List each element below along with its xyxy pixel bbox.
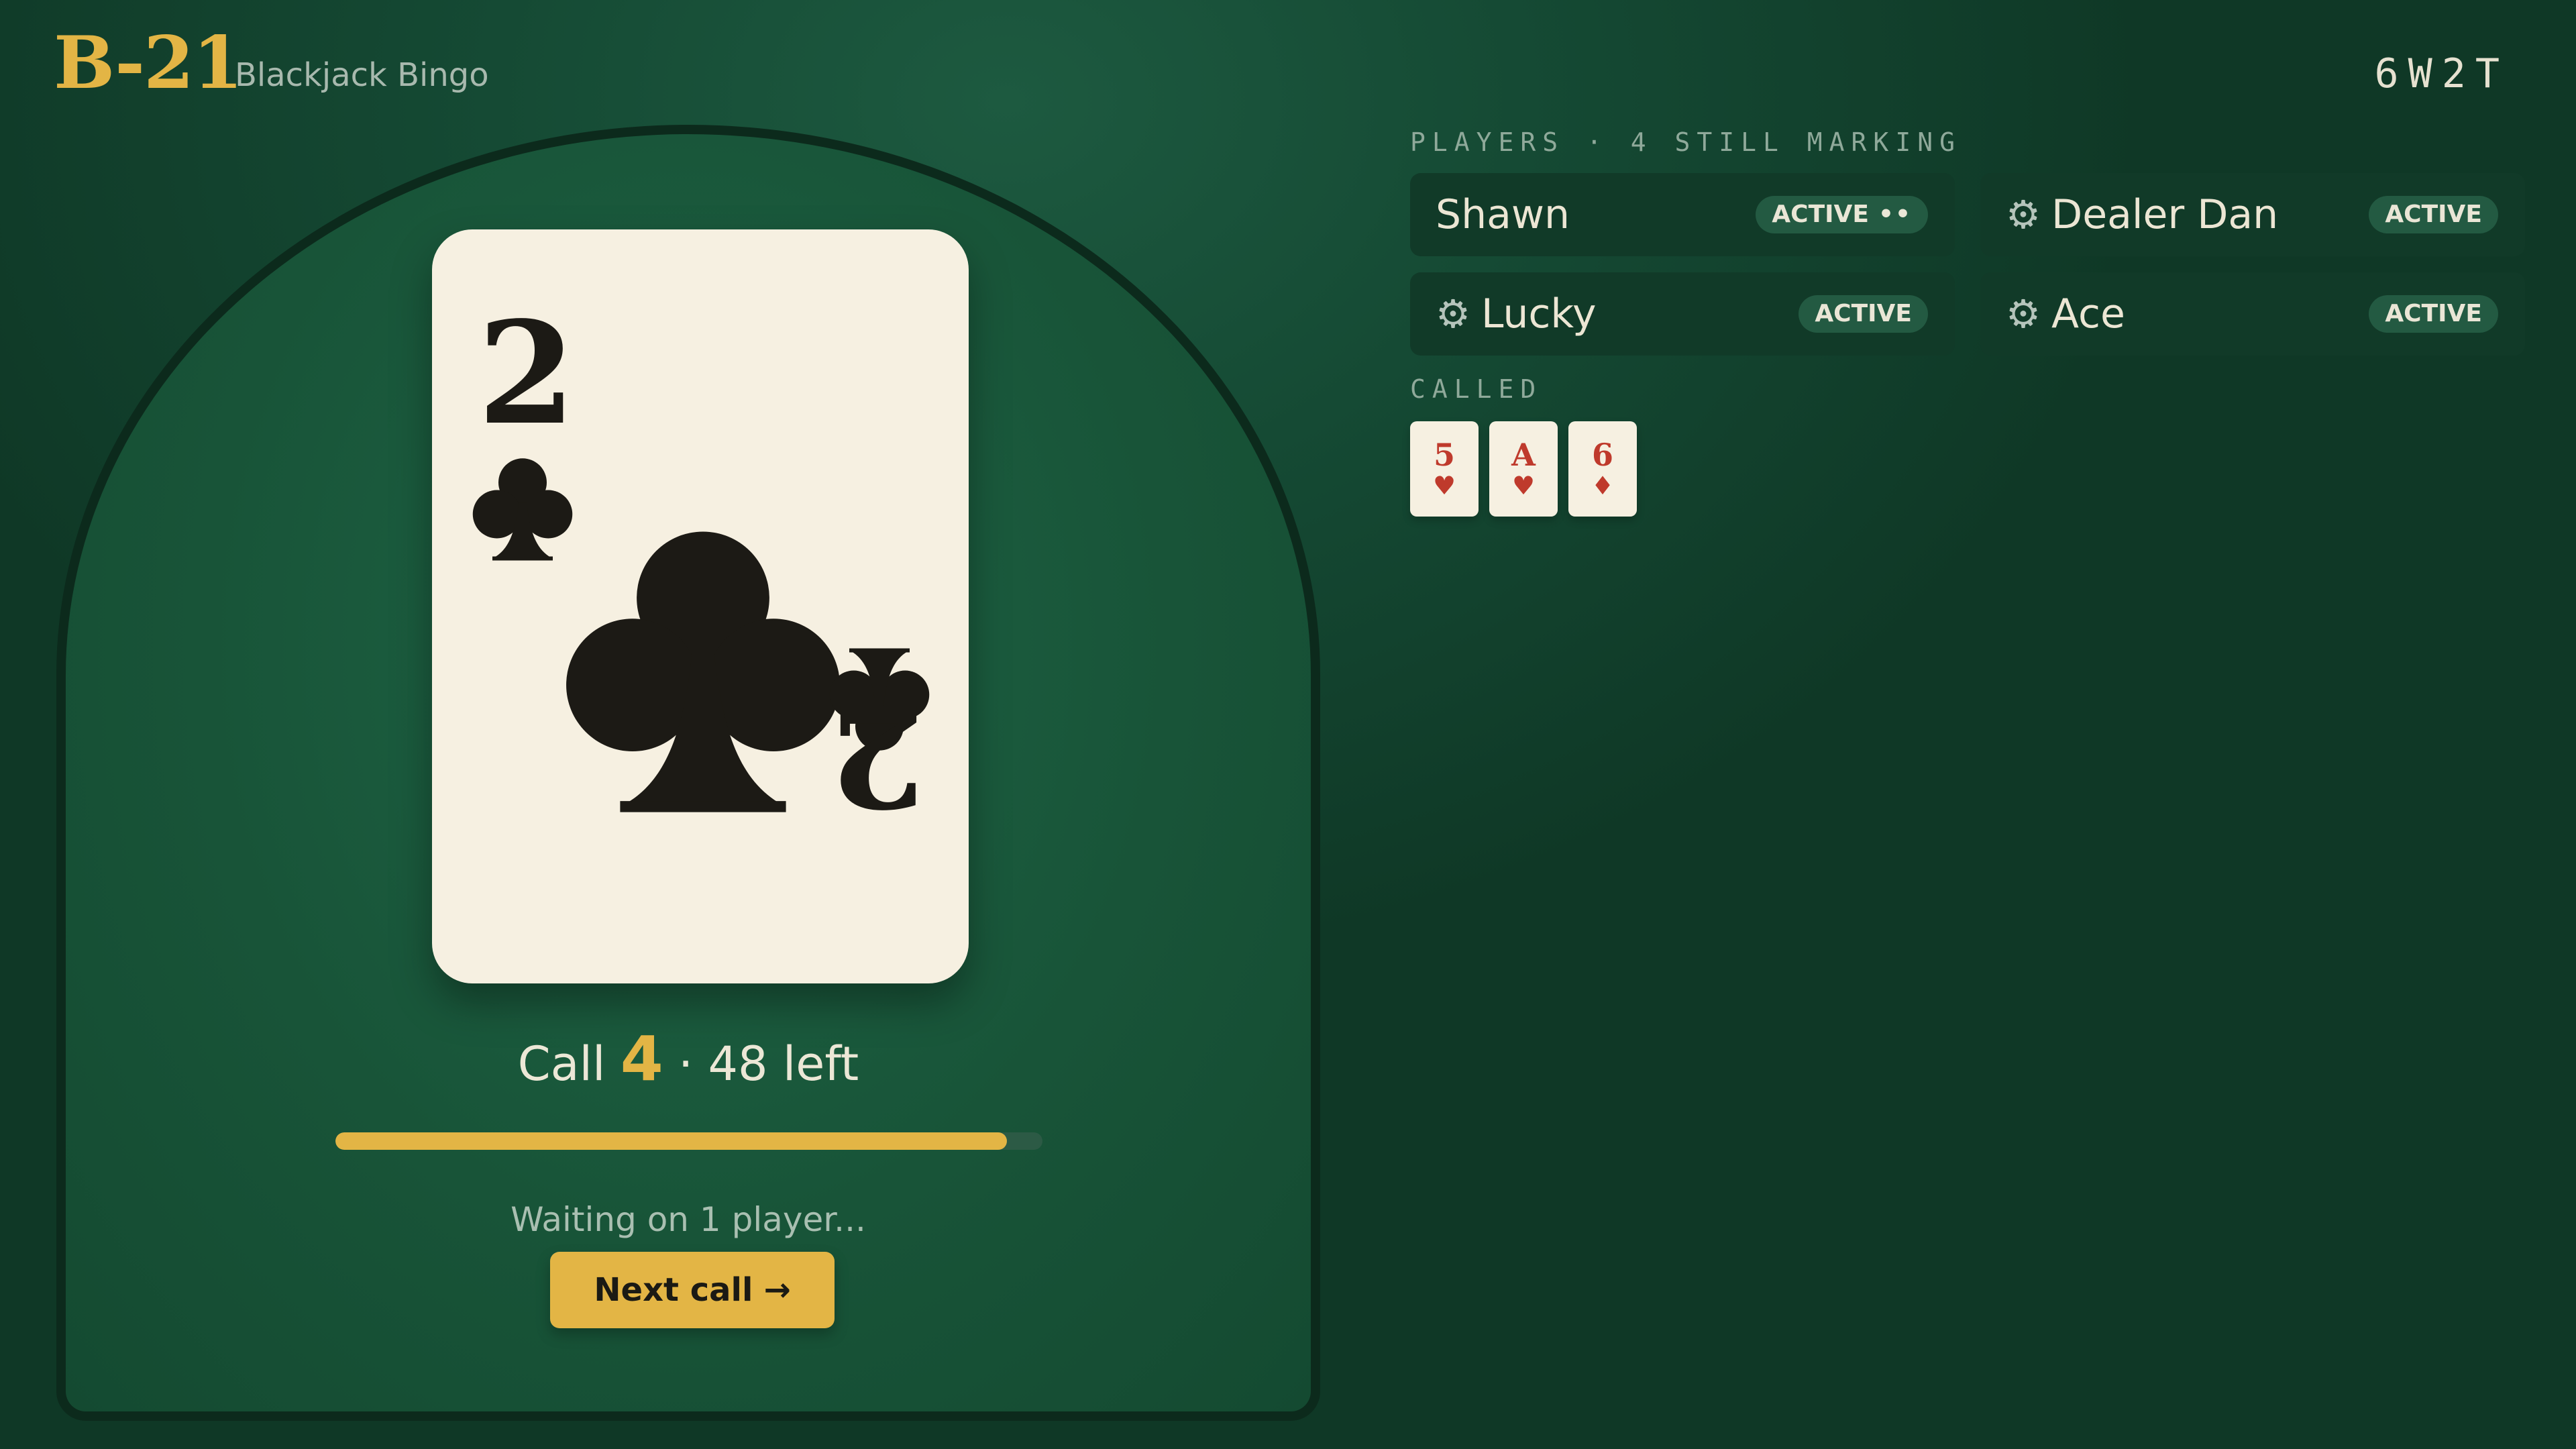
- called-cards: 5 ♥ A ♥ 6 ♦: [1410, 421, 1637, 517]
- status-badge: ACTIVE: [2369, 295, 2498, 333]
- gear-icon: ⚙: [2006, 192, 2041, 237]
- club-center-icon: [566, 531, 840, 812]
- waiting-status: Waiting on 1 player...: [511, 1200, 866, 1239]
- room-code: 6W2T: [2374, 50, 2509, 97]
- heart-icon: ♥: [1511, 471, 1536, 500]
- gear-icon: ⚙: [2006, 291, 2041, 337]
- cards-remaining: · 48 left: [678, 1036, 859, 1091]
- club-small-top-icon: [472, 458, 573, 561]
- players-header: PLAYERS · 4 STILL MARKING: [1410, 127, 1962, 157]
- heart-icon: ♥: [1432, 471, 1456, 500]
- status-badge-label: ACTIVE: [1815, 300, 1912, 327]
- logo: B-21: [54, 21, 243, 105]
- player-name: Shawn: [1436, 191, 1570, 238]
- player-name: Dealer Dan: [2051, 191, 2279, 238]
- gear-icon: ⚙: [1436, 291, 1470, 337]
- status-badge: ACTIVE: [1799, 295, 1928, 333]
- status-badge: ACTIVE: [2369, 196, 2498, 233]
- called-card: A ♥: [1489, 421, 1558, 517]
- call-progress-fill: [335, 1132, 1008, 1150]
- player-card-shawn: Shawn ACTIVE ••: [1410, 173, 1955, 256]
- called-card-rank: A: [1511, 437, 1536, 473]
- player-name: Lucky: [1481, 290, 1597, 337]
- arrow-right-icon: →: [763, 1271, 791, 1309]
- status-badge: ACTIVE ••: [1756, 196, 1928, 233]
- called-header: CALLED: [1410, 374, 1543, 404]
- status-badge-label: ACTIVE: [2385, 201, 2482, 228]
- called-card-rank: 5: [1433, 437, 1455, 473]
- call-number: 4: [620, 1023, 663, 1095]
- card-rank-top: 2: [478, 290, 576, 456]
- players-grid: Shawn ACTIVE •• ⚙ Dealer Dan ACTIVE ⚙ Lu…: [1410, 173, 2525, 356]
- card-rank-bottom: 2: [828, 672, 926, 838]
- player-card-dealer-dan: ⚙ Dealer Dan ACTIVE: [1980, 173, 2525, 256]
- game-subtitle: Blackjack Bingo: [235, 56, 489, 94]
- next-call-label: Next call: [594, 1271, 753, 1309]
- dealer-table: 2 2 Call 4 · 48 left Waiting on 1 player…: [56, 125, 1320, 1421]
- call-status: Call 4 · 48 left: [66, 1028, 1311, 1094]
- player-card-lucky: ⚙ Lucky ACTIVE: [1410, 272, 1955, 356]
- status-badge-label: ACTIVE: [2385, 300, 2482, 327]
- current-card: 2 2: [432, 229, 969, 983]
- call-prefix: Call: [517, 1036, 606, 1091]
- typing-dots-icon: ••: [1878, 201, 1912, 228]
- next-call-button[interactable]: Next call →: [550, 1252, 835, 1328]
- called-card-rank: 6: [1591, 437, 1613, 473]
- call-progress-bar: [335, 1132, 1042, 1150]
- player-name: Ace: [2051, 290, 2125, 337]
- called-card: 5 ♥: [1410, 421, 1479, 517]
- status-badge-label: ACTIVE: [1772, 201, 1869, 228]
- diamond-icon: ♦: [1591, 471, 1615, 500]
- called-card: 6 ♦: [1568, 421, 1637, 517]
- player-card-ace: ⚙ Ace ACTIVE: [1980, 272, 2525, 356]
